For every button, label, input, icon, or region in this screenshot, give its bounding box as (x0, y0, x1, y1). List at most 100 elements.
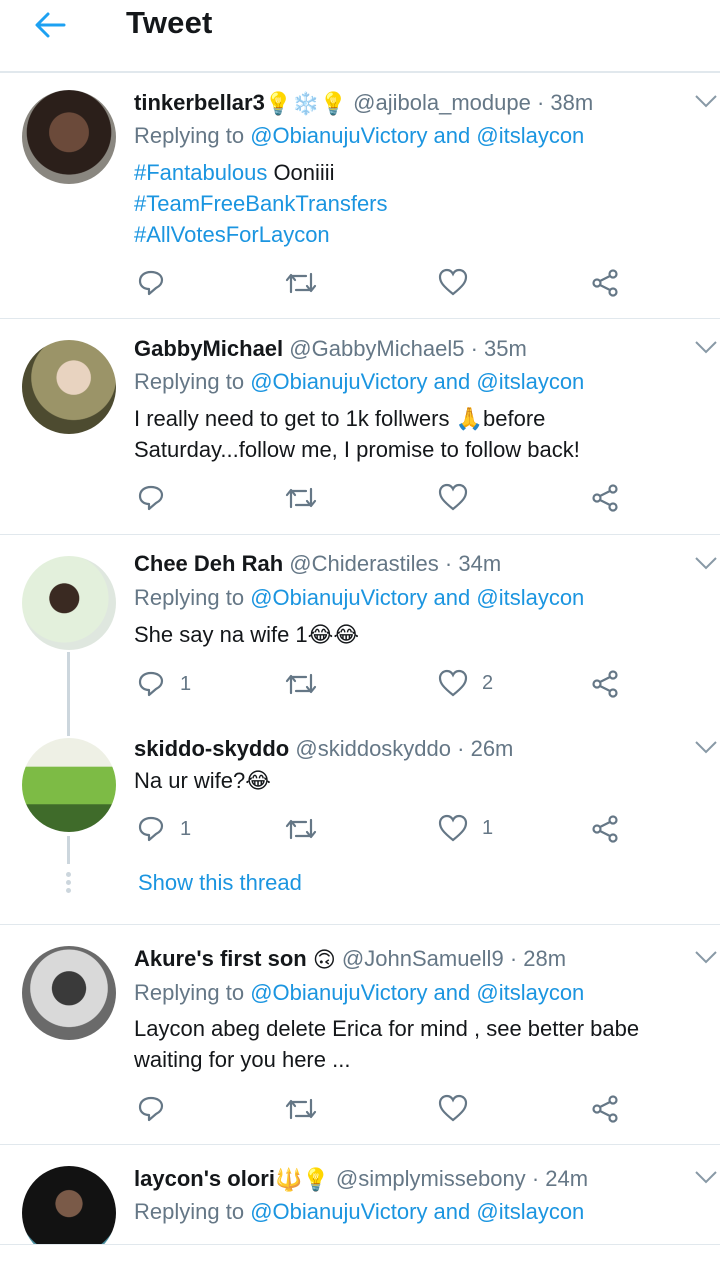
reply-prefix: Replying to (134, 585, 245, 610)
tweet-time: · 26m (457, 736, 514, 761)
tweet-text: She say na wife 1😂😂 (134, 619, 694, 650)
like-button[interactable] (438, 483, 468, 511)
reply-button[interactable] (136, 268, 166, 298)
tweet-text-fragment: Ooniiii (267, 160, 335, 185)
chevron-down-icon[interactable] (694, 94, 718, 108)
like-icon (438, 483, 468, 511)
share-icon (592, 484, 618, 512)
user-handle[interactable]: @GabbyMichael5 (289, 336, 464, 361)
like-button[interactable]: 2 (438, 669, 493, 697)
display-name[interactable]: skiddo-skyddo (134, 736, 289, 761)
retweet-icon (285, 818, 317, 840)
share-button[interactable] (590, 483, 620, 513)
reply-prefix: Replying to (134, 980, 245, 1005)
display-name[interactable]: laycon's olori (134, 1166, 275, 1191)
reply-button[interactable]: 1 (136, 814, 191, 844)
retweet-button[interactable] (284, 814, 318, 844)
tweet-text: #Fantabulous Ooniiii #TeamFreeBankTransf… (134, 157, 694, 250)
tweet-header: Akure's first son 🙃 @JohnSamuell9 · 28m (134, 944, 566, 975)
tweet-header: tinkerbellar3💡❄️💡 @ajibola_modupe · 38m (134, 88, 593, 119)
hashtag-link[interactable]: #Fantabulous (134, 160, 267, 185)
avatar[interactable] (22, 90, 116, 184)
share-button[interactable] (590, 268, 620, 298)
hashtag-link[interactable]: #AllVotesForLaycon (134, 222, 330, 247)
bottom-compose-bar[interactable] (0, 1244, 720, 1280)
display-name[interactable]: tinkerbellar3 (134, 90, 265, 115)
retweet-icon (285, 673, 317, 695)
user-handle[interactable]: @Chiderastiles (289, 551, 439, 576)
avatar[interactable] (22, 738, 116, 832)
reply-targets-link[interactable]: @ObianujuVictory and @itslaycon (250, 369, 584, 394)
tweet-text: Na ur wife?😂 (134, 765, 694, 796)
reply-icon (138, 816, 164, 842)
like-icon (438, 814, 468, 842)
like-count: 1 (482, 816, 494, 839)
name-emojis: 🙃 (312, 947, 336, 973)
thread-connector (67, 652, 70, 736)
share-icon (592, 670, 618, 698)
name-emojis: 💡❄️💡 (264, 91, 348, 117)
avatar[interactable] (22, 340, 116, 434)
avatar[interactable] (22, 556, 116, 650)
tweet-text-line: waiting for you here ... (134, 1047, 351, 1072)
retweet-icon (285, 487, 317, 509)
reply-targets-link[interactable]: @ObianujuVictory and @itslaycon (250, 585, 584, 610)
like-icon (438, 669, 468, 697)
replying-to: Replying to @ObianujuVictory and @itslay… (134, 1197, 584, 1227)
avatar[interactable] (22, 946, 116, 1040)
user-handle[interactable]: @JohnSamuell9 (342, 946, 504, 971)
tweet-time: · 38m (536, 90, 594, 115)
display-name[interactable]: Akure's first son (134, 946, 307, 971)
reply-icon (138, 1096, 164, 1122)
page-title: Tweet (126, 5, 213, 40)
chevron-down-icon[interactable] (694, 556, 718, 570)
reply-targets-link[interactable]: @ObianujuVictory and @itslaycon (250, 980, 584, 1005)
show-thread-link[interactable]: Show this thread (138, 870, 302, 896)
share-icon (592, 269, 618, 297)
reply-prefix: Replying to (134, 369, 245, 394)
tweet-text: I really need to get to 1k follwers 🙏bef… (134, 403, 694, 465)
chevron-down-icon[interactable] (694, 740, 718, 754)
reply-prefix: Replying to (134, 1199, 245, 1224)
back-button[interactable] (30, 8, 70, 42)
tweet-time: · 34m (444, 551, 502, 576)
reply-prefix: Replying to (134, 123, 245, 148)
like-button[interactable]: 1 (438, 814, 493, 842)
display-name[interactable]: Chee Deh Rah (134, 551, 283, 576)
share-button[interactable] (590, 1094, 620, 1124)
back-arrow-icon (35, 12, 66, 38)
like-button[interactable] (438, 268, 468, 296)
retweet-button[interactable] (284, 483, 318, 513)
user-handle[interactable]: @skiddoskyddo (295, 736, 451, 761)
chevron-down-icon[interactable] (694, 950, 718, 964)
retweet-button[interactable] (284, 268, 318, 298)
replying-to: Replying to @ObianujuVictory and @itslay… (134, 121, 584, 151)
retweet-button[interactable] (284, 669, 318, 699)
thread-dot (66, 880, 71, 885)
replying-to: Replying to @ObianujuVictory and @itslay… (134, 583, 584, 613)
user-handle[interactable]: @simplymissebony (336, 1166, 526, 1191)
hashtag-link[interactable]: #TeamFreeBankTransfers (134, 191, 388, 216)
tweet-text-line: Laycon abeg delete Erica for mind , see … (134, 1016, 640, 1041)
tweet-text-line: I really need to get to 1k follwers 🙏bef… (134, 406, 546, 431)
chevron-down-icon[interactable] (694, 340, 718, 354)
reply-button[interactable] (136, 1094, 166, 1124)
retweet-button[interactable] (284, 1094, 318, 1124)
reply-icon (138, 485, 164, 511)
reply-count: 1 (180, 672, 192, 695)
like-count: 2 (482, 671, 494, 694)
user-handle[interactable]: @ajibola_modupe (353, 90, 531, 115)
tweet-header: Chee Deh Rah @Chiderastiles · 34m (134, 549, 501, 579)
chevron-down-icon[interactable] (694, 1170, 718, 1184)
retweet-icon (285, 1098, 317, 1120)
reply-targets-link[interactable]: @ObianujuVictory and @itslaycon (250, 123, 584, 148)
share-button[interactable] (590, 669, 620, 699)
reply-button[interactable] (136, 483, 166, 513)
display-name[interactable]: GabbyMichael (134, 336, 283, 361)
tweet-time: · 35m (470, 336, 527, 361)
like-button[interactable] (438, 1094, 468, 1122)
reply-targets-link[interactable]: @ObianujuVictory and @itslaycon (250, 1199, 584, 1224)
share-button[interactable] (590, 814, 620, 844)
reply-button[interactable]: 1 (136, 669, 191, 699)
retweet-icon (285, 272, 317, 294)
